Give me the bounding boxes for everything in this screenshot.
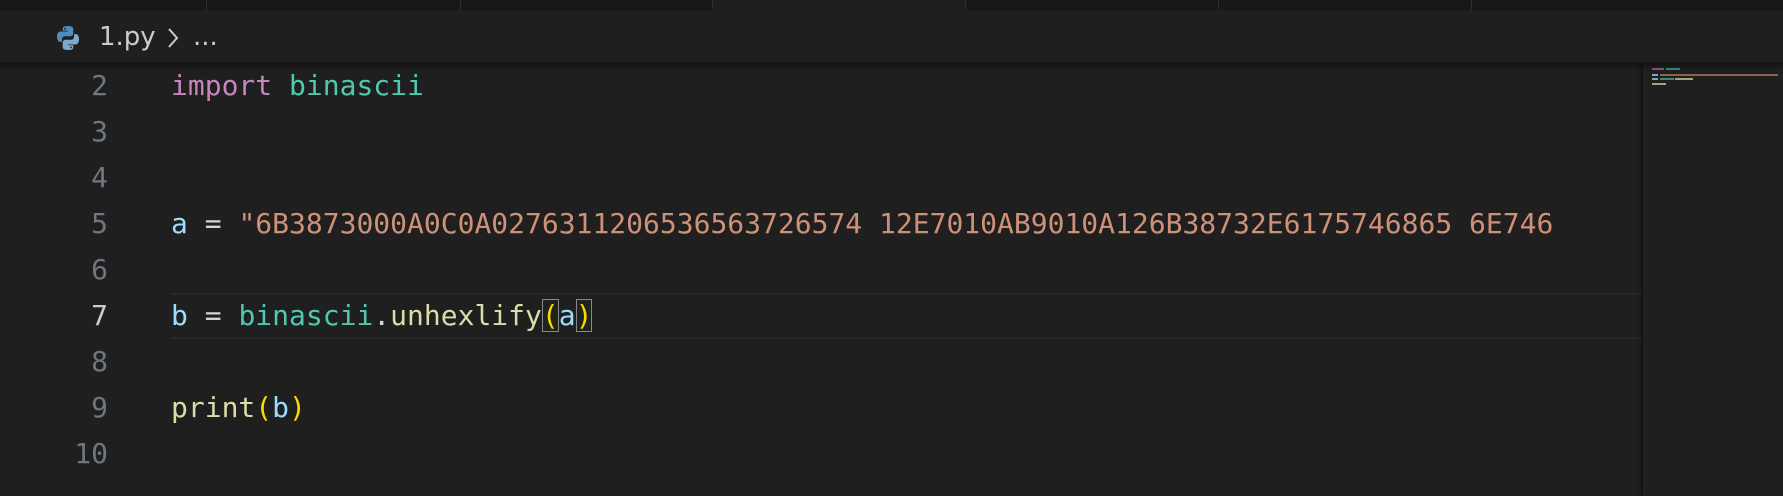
tab-separator: [1218, 0, 1219, 10]
tab-strip: [0, 0, 1783, 10]
assign-operator: =: [187, 299, 239, 332]
function-print: print: [171, 391, 256, 424]
tab-separator: [965, 0, 966, 10]
minimap-line: [1652, 78, 1658, 80]
line-number-active: 7: [91, 299, 108, 332]
breadcrumb-ellipsis[interactable]: ...: [193, 21, 218, 53]
minimap-line: [1675, 78, 1693, 80]
function-unhexlify: unhexlify: [390, 299, 542, 332]
chevron-right-icon: [168, 28, 179, 48]
line-number: 3: [91, 115, 108, 148]
code-editor[interactable]: 2 3 4 5 6 7 8 9 10 import binascii a = "…: [0, 63, 1643, 496]
code-line-2[interactable]: import binascii: [171, 63, 424, 109]
variable-a: a: [171, 207, 188, 240]
code-line-5[interactable]: a = "6B3873000A0C0A027631120653656372657…: [171, 201, 1553, 247]
line-number: 5: [91, 207, 108, 240]
module-name: binascii: [238, 299, 374, 332]
code-line-9[interactable]: print(b): [171, 385, 306, 431]
line-number: 6: [91, 253, 108, 286]
hex-string-literal: "6B3873000A0C0A0276311206536563726574 12…: [238, 207, 1554, 240]
active-tab[interactable]: [713, 0, 965, 10]
argument-b: b: [272, 391, 290, 424]
line-number: 9: [91, 391, 108, 424]
minimap-line: [1660, 78, 1674, 80]
dot-operator: .: [373, 299, 391, 332]
code-line-7[interactable]: b = binascii.unhexlify(a): [171, 293, 593, 339]
line-number-gutter: 2 3 4 5 6 7 8 9 10: [0, 63, 150, 496]
variable-b: b: [171, 299, 188, 332]
breadcrumb-file[interactable]: 1.py: [99, 21, 156, 53]
line-number: 8: [91, 345, 108, 378]
python-icon: [57, 26, 79, 50]
close-paren: ): [289, 391, 306, 424]
argument-a: a: [558, 299, 576, 332]
assign-operator: =: [187, 207, 239, 240]
tab-separator: [1471, 0, 1472, 10]
module-name: binascii: [289, 69, 424, 102]
keyword-import: import: [171, 69, 273, 102]
close-paren-match: ): [575, 299, 593, 332]
line-number: 4: [91, 161, 108, 194]
line-number: 2: [91, 69, 108, 102]
minimap-line: [1660, 74, 1778, 76]
tab-separator: [206, 0, 207, 10]
open-paren: (: [255, 391, 273, 424]
minimap-line: [1652, 74, 1658, 76]
minimap-line: [1666, 68, 1680, 70]
line-number: 10: [74, 437, 108, 470]
code-area[interactable]: import binascii a = "6B3873000A0C0A02763…: [171, 63, 1643, 496]
breadcrumb: 1.py ...: [0, 10, 1783, 63]
tab-separator: [460, 0, 461, 10]
minimap-line: [1652, 68, 1664, 70]
open-paren-match: (: [541, 299, 559, 332]
minimap-line: [1652, 83, 1666, 85]
minimap[interactable]: [1643, 63, 1783, 496]
